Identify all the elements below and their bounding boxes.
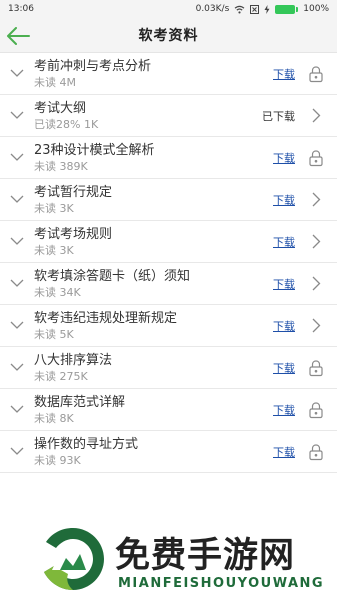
item-text: 八大排序算法 未读 275K (34, 352, 237, 384)
chevron-down-icon[interactable] (0, 111, 34, 120)
item-text: 23种设计模式全解析 未读 389K (34, 142, 237, 174)
lock-icon[interactable] (295, 65, 337, 83)
chevron-down-icon[interactable] (0, 153, 34, 162)
page-title: 软考资料 (138, 28, 199, 44)
item-text: 考试考场规则 未读 3K (34, 226, 237, 258)
item-meta: 未读 3K (34, 201, 74, 215)
battery-level: 100% (303, 4, 329, 14)
watermark-title: 免费手游网 (115, 536, 296, 576)
list-item[interactable]: 软考填涂答题卡（纸）须知 未读 34K 下载 (0, 263, 337, 305)
chevron-down-icon[interactable] (0, 405, 34, 414)
wifi-icon (234, 5, 245, 14)
list-item[interactable]: 23种设计模式全解析 未读 389K 下载 (0, 137, 337, 179)
item-meta: 未读 3K (34, 243, 74, 257)
item-meta: 未读 389K (34, 159, 88, 173)
item-meta: 未读 5K (34, 327, 74, 341)
download-link[interactable]: 下载 (237, 318, 295, 334)
item-meta: 未读 34K (34, 285, 81, 299)
item-text: 软考填涂答题卡（纸）须知 未读 34K (34, 268, 237, 300)
item-meta: 未读 8K (34, 411, 74, 425)
download-link[interactable]: 下载 (237, 444, 295, 460)
status-indicators: 0.03K/s 100% (196, 4, 329, 14)
item-title: 考试暂行规定 (34, 184, 113, 200)
download-link[interactable]: 下载 (237, 150, 295, 166)
download-link[interactable]: 下载 (237, 402, 295, 418)
lock-icon[interactable] (295, 443, 337, 461)
download-link[interactable]: 下载 (237, 192, 295, 208)
item-title: 23种设计模式全解析 (34, 142, 155, 158)
chevron-down-icon[interactable] (0, 279, 34, 288)
item-title: 数据库范式详解 (34, 394, 126, 410)
list-item[interactable]: 数据库范式详解 未读 8K 下载 (0, 389, 337, 431)
lock-icon[interactable] (295, 359, 337, 377)
downloaded-label: 已下载 (262, 109, 295, 123)
back-arrow-icon (7, 26, 30, 45)
item-text: 数据库范式详解 未读 8K (34, 394, 237, 426)
item-text: 考前冲刺与考点分析 未读 4M (34, 58, 237, 90)
title-bar: 软考资料 (0, 18, 337, 53)
item-title: 软考违纪违规处理新规定 (34, 310, 178, 326)
item-title: 考前冲刺与考点分析 (34, 58, 152, 74)
document-list: 考前冲刺与考点分析 未读 4M 下载 考试大纲 已读28% 1K 已下载 23种设计模式全解… (0, 53, 337, 473)
chevron-right-icon[interactable] (295, 276, 337, 291)
chevron-down-icon[interactable] (0, 69, 34, 78)
network-speed: 0.03K/s (195, 4, 230, 14)
chevron-right-icon[interactable] (295, 318, 337, 333)
chevron-down-icon[interactable] (0, 237, 34, 246)
list-item[interactable]: 操作数的寻址方式 未读 93K 下载 (0, 431, 337, 473)
list-item[interactable]: 考试大纲 已读28% 1K 已下载 (0, 95, 337, 137)
item-text: 操作数的寻址方式 未读 93K (34, 436, 237, 468)
download-link[interactable]: 下载 (237, 360, 295, 376)
chevron-down-icon[interactable] (0, 321, 34, 330)
chevron-right-icon[interactable] (295, 234, 337, 249)
chevron-down-icon[interactable] (0, 195, 34, 204)
sim-icon (250, 4, 260, 14)
download-link[interactable]: 下载 (237, 66, 295, 82)
item-title: 操作数的寻址方式 (34, 436, 139, 452)
list-item[interactable]: 考试暂行规定 未读 3K 下载 (0, 179, 337, 221)
chevron-right-icon[interactable] (295, 108, 337, 123)
back-button[interactable] (2, 18, 34, 53)
item-text: 考试暂行规定 未读 3K (34, 184, 237, 216)
list-item[interactable]: 软考违纪违规处理新规定 未读 5K 下载 (0, 305, 337, 347)
battery-icon (275, 4, 299, 14)
list-item[interactable]: 考前冲刺与考点分析 未读 4M 下载 (0, 53, 337, 95)
watermark-subtitle: MIANFEISHOUYOUWANG (118, 576, 325, 591)
item-title: 八大排序算法 (34, 352, 113, 368)
list-item[interactable]: 考试考场规则 未读 3K 下载 (0, 221, 337, 263)
chevron-down-icon[interactable] (0, 363, 34, 372)
status-time: 13:06 (8, 4, 34, 14)
item-title: 考试考场规则 (34, 226, 113, 242)
item-meta: 已读28% 1K (34, 117, 99, 131)
list-item[interactable]: 八大排序算法 未读 275K 下载 (0, 347, 337, 389)
item-meta: 未读 4M (34, 75, 76, 89)
item-meta: 未读 93K (34, 453, 81, 467)
item-title: 考试大纲 (34, 100, 87, 116)
item-text: 考试大纲 已读28% 1K (34, 100, 237, 132)
lock-icon[interactable] (295, 149, 337, 167)
download-link[interactable]: 下载 (237, 234, 295, 250)
item-meta: 未读 275K (34, 369, 88, 383)
status-bar: 13:06 0.03K/s 100% (0, 0, 337, 18)
item-title: 软考填涂答题卡（纸）须知 (34, 268, 191, 284)
lock-icon[interactable] (295, 401, 337, 419)
chevron-down-icon[interactable] (0, 447, 34, 456)
charging-icon (264, 4, 270, 14)
chevron-right-icon[interactable] (295, 192, 337, 207)
item-text: 软考违纪违规处理新规定 未读 5K (34, 310, 237, 342)
watermark-logo (44, 528, 104, 590)
download-link[interactable]: 下载 (237, 276, 295, 292)
